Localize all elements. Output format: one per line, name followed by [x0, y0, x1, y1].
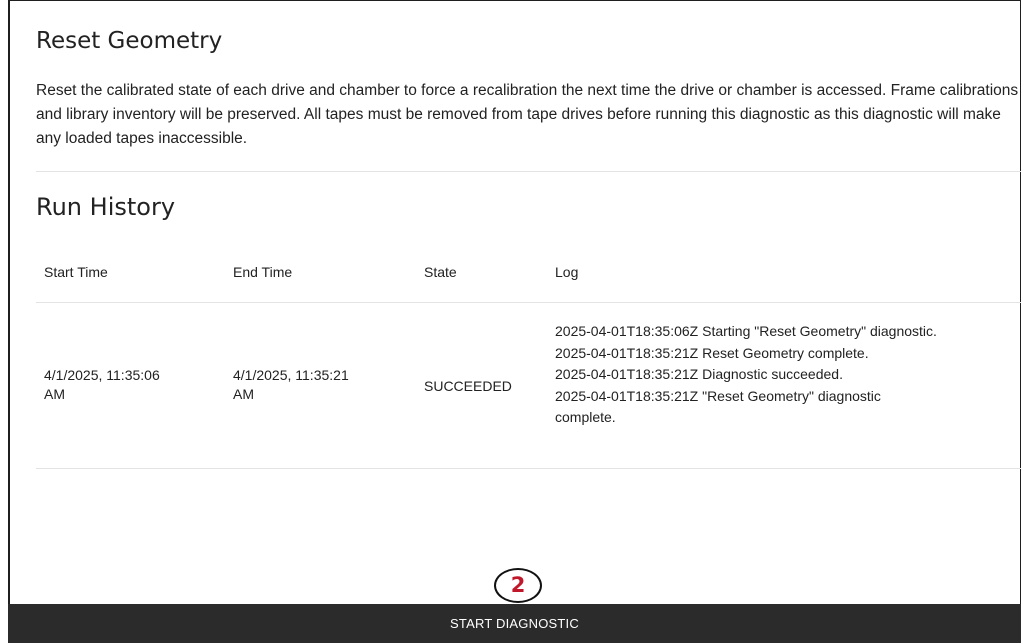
- cell-start-time: 4/1/2025, 11:35:06 AM: [44, 366, 160, 404]
- log-line: 2025-04-01T18:35:06Z Starting "Reset Geo…: [555, 323, 937, 339]
- column-header-start-time: Start Time: [44, 264, 108, 280]
- start-time-date: 4/1/2025, 11:35:06: [44, 367, 160, 383]
- log-line: 2025-04-01T18:35:21Z "Reset Geometry" di…: [555, 387, 881, 404]
- run-history-title: Run History: [36, 193, 176, 221]
- cell-log: 2025-04-01T18:35:06Z Starting "Reset Geo…: [555, 321, 937, 429]
- header-row-divider: [36, 302, 1021, 303]
- row-divider: [36, 468, 1021, 469]
- column-header-end-time: End Time: [233, 264, 293, 280]
- cell-end-time: 4/1/2025, 11:35:21 AM: [233, 366, 349, 404]
- diagnostic-description: Reset the calibrated state of each drive…: [36, 82, 1019, 147]
- diagnostic-panel: Reset Geometry Reset the calibrated stat…: [8, 0, 1021, 643]
- column-header-state: State: [424, 264, 457, 280]
- column-header-log: Log: [555, 264, 579, 280]
- log-line: complete.: [555, 409, 616, 425]
- section-divider: [36, 171, 1021, 172]
- start-time-meridiem: AM: [44, 386, 65, 402]
- end-time-date: 4/1/2025, 11:35:21: [233, 367, 349, 383]
- end-time-meridiem: AM: [233, 386, 254, 402]
- log-line: 2025-04-01T18:35:21Z Diagnostic succeede…: [555, 366, 843, 382]
- page-title: Reset Geometry: [36, 28, 223, 54]
- callout-number-badge: 2: [494, 568, 542, 603]
- start-diagnostic-button[interactable]: START DIAGNOSTIC: [8, 604, 1021, 643]
- log-line: 2025-04-01T18:35:21Z Reset Geometry comp…: [555, 344, 869, 361]
- cell-state: SUCCEEDED: [424, 378, 512, 394]
